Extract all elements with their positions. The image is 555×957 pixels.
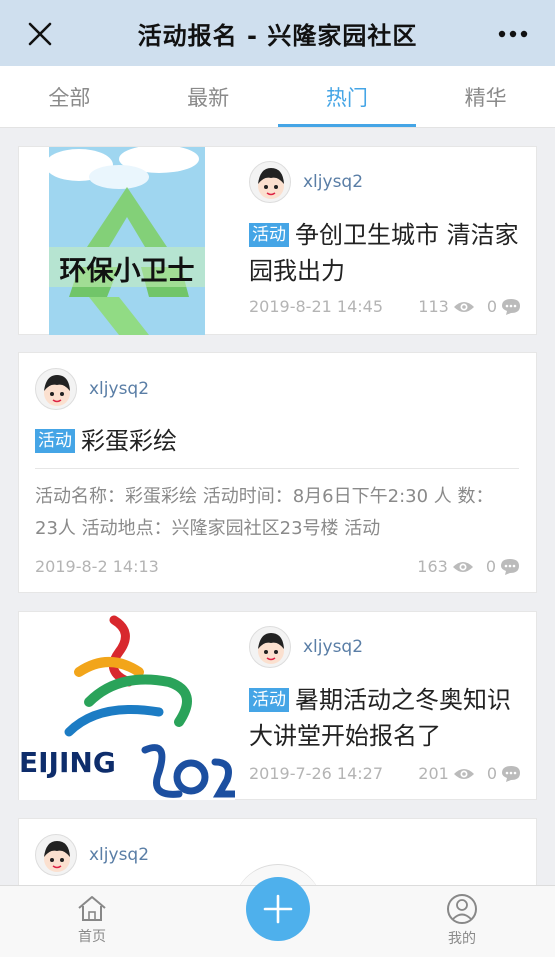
page-title: 活动报名 - 兴隆家园社区 [137,21,418,50]
divider [35,468,519,469]
avatar-icon [44,375,70,409]
view-count: 201 [418,764,475,783]
beijing-2022-logo-image: EIJING [19,612,235,800]
author-name: xljysq2 [89,379,150,399]
close-button[interactable] [24,18,56,50]
view-count: 113 [418,297,475,316]
author-name: xljysq2 [89,845,150,865]
avatar-icon [258,168,284,202]
tab-hot[interactable]: 热门 [277,66,417,127]
post-card[interactable]: xljysq2 活动 彩蛋彩绘 活动名称：彩蛋彩绘 活动时间：8月6日下午2:30… [18,352,537,593]
nav-home-label: 首页 [78,929,106,945]
post-date: 2019-8-21 14:45 [249,297,383,316]
avatar [35,368,77,410]
comment-count-value: 0 [485,557,496,576]
post-date: 2019-7-26 14:27 [249,764,383,783]
nav-mine-label: 我的 [448,931,476,947]
user-icon [447,894,477,924]
thumb-text: 环保小卫士 [60,256,195,287]
avatar [249,626,291,668]
post-title[interactable]: 活动 彩蛋彩绘 [35,423,515,459]
thumb-text: EIJING [19,746,116,779]
more-button[interactable] [495,18,531,50]
comment-count-value: 0 [486,764,497,783]
view-count: 163 [417,557,474,576]
avatar [35,834,77,876]
eco-guard-image: 环保小卫士 [49,147,205,335]
post-date: 2019-8-2 14:13 [35,557,159,576]
author-name: xljysq2 [303,172,364,192]
comment-count-value: 0 [486,297,497,316]
post-author[interactable]: xljysq2 [35,368,149,410]
avatar-icon [258,633,284,667]
activity-badge: 活动 [249,688,289,712]
comment-count: 0 [487,297,521,316]
avatar-icon [44,841,70,875]
title-bar: 活动报名 - 兴隆家园社区 [0,0,555,66]
post-author[interactable]: xljysq2 [35,834,149,876]
post-author[interactable]: xljysq2 [249,161,363,203]
activity-badge: 活动 [249,223,289,247]
eye-icon [452,561,473,572]
add-post-button[interactable] [246,877,310,941]
author-name: xljysq2 [303,637,364,657]
post-meta: 2019-7-26 14:27 201 0 [249,764,521,783]
post-meta: 2019-8-2 14:13 163 0 [35,557,520,576]
comment-bubble-icon [502,298,520,315]
tab-all[interactable]: 全部 [0,66,139,127]
post-meta: 2019-8-21 14:45 113 0 [249,297,521,316]
post-thumbnail: EIJING [19,612,235,800]
nav-home[interactable]: 首页 [57,894,127,946]
comment-count: 0 [486,557,520,576]
view-count-value: 163 [417,557,448,576]
tab-featured[interactable]: 精华 [416,66,555,127]
eye-icon [453,301,474,312]
post-thumbnail: 环保小卫士 [49,147,205,335]
activity-badge: 活动 [35,429,75,453]
tab-latest[interactable]: 最新 [139,66,278,127]
post-title-text: 彩蛋彩绘 [81,427,177,455]
comment-count: 0 [487,764,521,783]
avatar [249,161,291,203]
comment-bubble-icon [501,558,519,575]
close-icon [28,22,52,46]
view-count-value: 113 [418,297,449,316]
tab-bar: 全部 最新 热门 精华 [0,66,555,128]
post-title-text: 争创卫生城市 清洁家园我出力 [249,221,519,285]
home-icon [78,896,106,921]
more-dots-icon [498,30,528,38]
plus-icon [263,894,293,924]
post-card[interactable]: 环保小卫士 xljysq2 活动 争创卫生城市 清洁家园我出力 2019-8-21… [18,146,537,335]
post-card[interactable]: EIJING xljysq2 活动 暑期活动之冬奥知识大讲堂开始报名了 2019-… [18,611,537,800]
comment-bubble-icon [502,765,520,782]
post-excerpt: 活动名称：彩蛋彩绘 活动时间：8月6日下午2:30 人 数：23人 活动地点：兴… [35,486,494,539]
post-title[interactable]: 活动 争创卫生城市 清洁家园我出力 [249,217,519,289]
post-title[interactable]: 活动 暑期活动之冬奥知识大讲堂开始报名了 [249,682,521,754]
nav-mine[interactable]: 我的 [427,894,497,948]
eye-icon [453,768,474,779]
view-count-value: 201 [418,764,449,783]
post-author[interactable]: xljysq2 [249,626,363,668]
